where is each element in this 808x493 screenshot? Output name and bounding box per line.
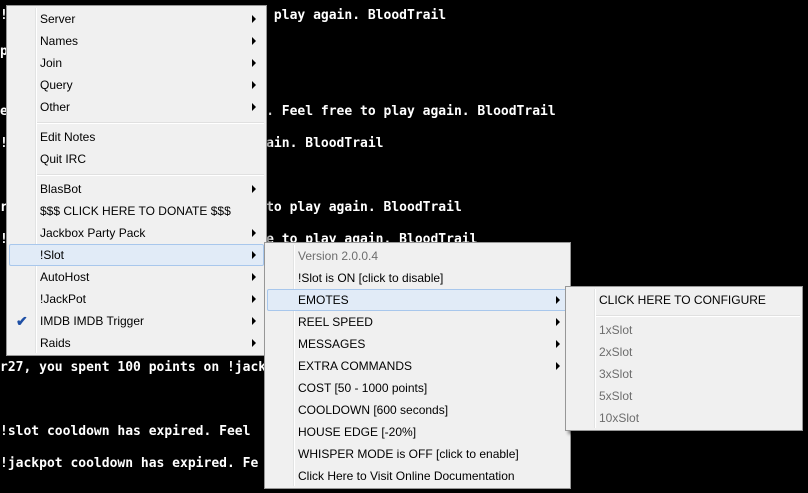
submenu-arrow-icon [556,296,560,304]
slot-extra-commands-item[interactable]: EXTRA COMMANDS [267,355,568,377]
slot-messages-item[interactable]: MESSAGES [267,333,568,355]
main-context-menu: Server Names Join Query Other Edit Notes… [6,5,267,356]
menu-item-autohost[interactable]: AutoHost [9,266,264,288]
chat-line: !slot cooldown has expired. Feel [0,424,251,439]
submenu-arrow-icon [252,339,256,347]
submenu-arrow-icon [252,15,256,23]
submenu-arrow-icon [556,318,560,326]
submenu-arrow-icon [252,295,256,303]
submenu-arrow-icon [252,81,256,89]
menu-item-blasbot[interactable]: BlasBot [9,178,264,200]
submenu-arrow-icon [252,229,256,237]
menu-item-names[interactable]: Names [9,30,264,52]
emote-1xslot: 1xSlot [599,323,633,337]
slot-version: Version 2.0.0.4 [298,249,379,263]
menu-item-jackbox-party-pack[interactable]: Jackbox Party Pack [9,222,264,244]
menu-item-raids[interactable]: Raids [9,332,264,354]
menu-item-server[interactable]: Server [9,8,264,30]
submenu-arrow-icon [252,317,256,325]
slot-emotes-item[interactable]: EMOTES [267,289,568,311]
checkmark-icon: ✔ [16,313,28,329]
menu-item-other[interactable]: Other [9,96,264,118]
chat-line: r27, you spent 100 points on !jack [0,360,267,375]
menu-separator [596,315,800,317]
emote-2xslot: 2xSlot [599,345,633,359]
submenu-arrow-icon [252,185,256,193]
emote-3xslot: 3xSlot [599,367,633,381]
slot-cost-item[interactable]: COST [50 - 1000 points] [267,377,568,399]
submenu-arrow-icon [252,273,256,281]
menu-item-query[interactable]: Query [9,74,264,96]
menu-item-edit-notes[interactable]: Edit Notes [9,126,264,148]
slot-submenu: Version 2.0.0.4 !Slot is ON [click to di… [264,242,571,489]
slot-house-edge-item[interactable]: HOUSE EDGE [-20%] [267,421,568,443]
slot-documentation-item[interactable]: Click Here to Visit Online Documentation [267,465,568,487]
menu-item-jackpot[interactable]: !JackPot [9,288,264,310]
menu-item-imdb-trigger[interactable]: ✔ IMDB IMDB Trigger [9,310,264,332]
chat-line: !jackpot cooldown has expired. Fe [0,456,259,471]
slot-toggle-item[interactable]: !Slot is ON [click to disable] [267,267,568,289]
emotes-configure-item[interactable]: CLICK HERE TO CONFIGURE [568,289,800,311]
menu-item-quit-irc[interactable]: Quit IRC [9,148,264,170]
submenu-arrow-icon [252,37,256,45]
menu-separator [37,174,264,176]
slot-reel-speed-item[interactable]: REEL SPEED [267,311,568,333]
slot-whisper-mode-item[interactable]: WHISPER MODE is OFF [click to enable] [267,443,568,465]
menu-item-donate[interactable]: $$$ CLICK HERE TO DONATE $$$ [9,200,264,222]
menu-item-join[interactable]: Join [9,52,264,74]
emotes-submenu: CLICK HERE TO CONFIGURE 1xSlot 2xSlot 3x… [565,286,803,431]
emote-5xslot: 5xSlot [599,389,633,403]
slot-cooldown-item[interactable]: COOLDOWN [600 seconds] [267,399,568,421]
submenu-arrow-icon [252,59,256,67]
submenu-arrow-icon [556,362,560,370]
submenu-arrow-icon [252,103,256,111]
menu-separator [37,122,264,124]
menu-item-slot[interactable]: !Slot [9,244,264,266]
submenu-arrow-icon [556,340,560,348]
submenu-arrow-icon [252,251,256,259]
emote-10xslot: 10xSlot [599,411,640,425]
